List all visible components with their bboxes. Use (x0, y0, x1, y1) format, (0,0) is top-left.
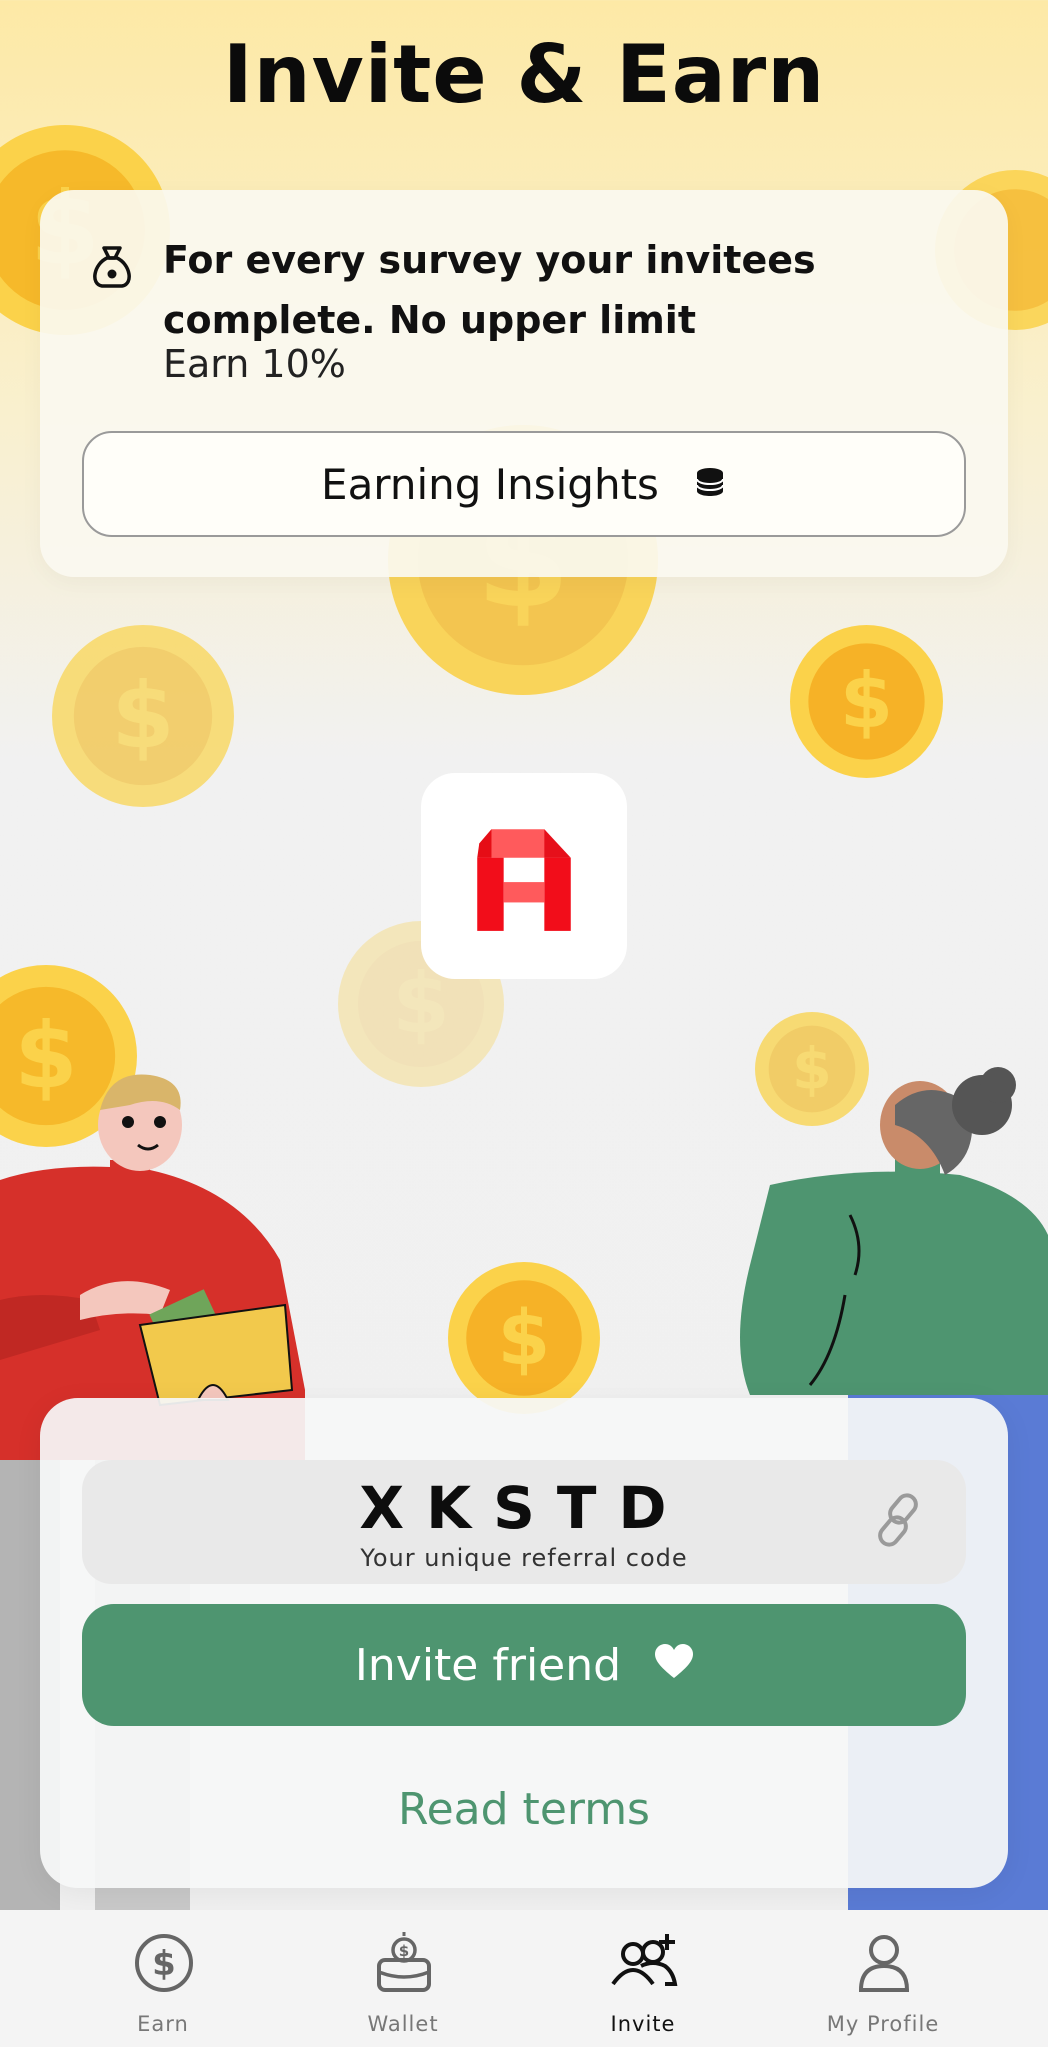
coin-stack-icon (693, 460, 727, 509)
tab-label: Invite (610, 2012, 676, 2036)
bottom-tab-bar: $ Earn $ Wallet Invite My Profile (0, 1910, 1048, 2047)
coin-decoration: $ (448, 1262, 600, 1414)
referral-code: XKSTD (359, 1474, 689, 1542)
tab-label: My Profile (826, 2012, 940, 2036)
link-icon[interactable] (870, 1490, 930, 1550)
svg-text:$: $ (152, 1944, 176, 1984)
money-bag-icon (86, 240, 138, 292)
info-headline: For every survey your invitees complete.… (163, 238, 816, 342)
referral-code-caption: Your unique referral code (360, 1544, 688, 1572)
referral-card: XKSTD Your unique referral code Invite f… (40, 1398, 1008, 1888)
tab-wallet[interactable]: $ Wallet (272, 1910, 534, 2047)
page-title: Invite & Earn (222, 28, 826, 121)
read-terms-link[interactable]: Read terms (40, 1784, 1008, 1835)
tab-earn[interactable]: $ Earn (32, 1910, 294, 2047)
svg-text:$: $ (111, 664, 174, 769)
earning-insights-button[interactable]: Earning Insights (82, 431, 966, 537)
referral-code-box[interactable]: XKSTD Your unique referral code (82, 1460, 966, 1584)
svg-text:$: $ (840, 658, 893, 747)
invite-friend-label: Invite friend (354, 1639, 622, 1691)
tab-label: Wallet (367, 2012, 439, 2036)
coin-decoration: $ (52, 625, 234, 807)
earning-insights-label: Earning Insights (321, 459, 659, 509)
invite-friend-button[interactable]: Invite friend (82, 1604, 966, 1726)
earn-info-card: For every survey your invitees complete.… (40, 190, 1008, 577)
info-subtext: Earn 10% (163, 342, 346, 386)
tab-invite[interactable]: Invite (512, 1910, 774, 2047)
dollar-coin-icon: $ (133, 1932, 195, 1994)
person-icon (853, 1932, 915, 1994)
tab-label: Earn (137, 2012, 189, 2036)
svg-text:$: $ (498, 1293, 551, 1382)
heart-icon (655, 1640, 694, 1691)
add-people-icon (607, 1932, 681, 1994)
app-logo-a (477, 829, 571, 931)
wallet-icon: $ (373, 1932, 435, 1994)
tab-my-profile[interactable]: My Profile (752, 1910, 1014, 2047)
app-logo (421, 773, 627, 979)
svg-text:$: $ (399, 1942, 409, 1960)
coin-decoration: $ (790, 625, 943, 778)
